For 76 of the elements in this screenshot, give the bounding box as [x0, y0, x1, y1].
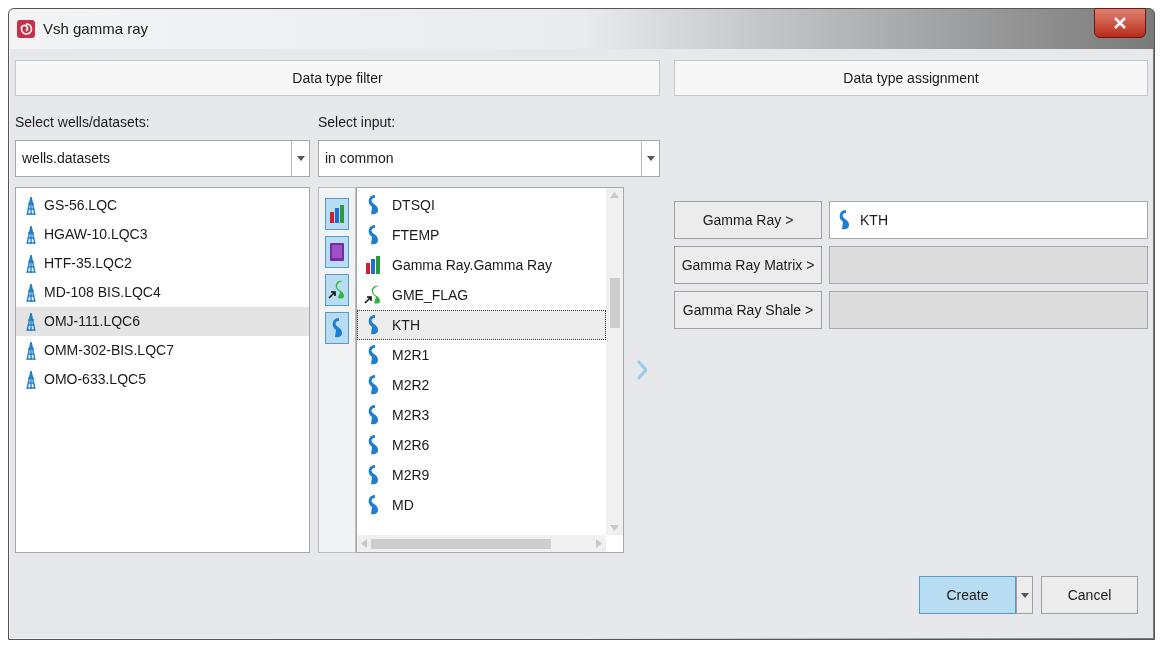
create-menu-button[interactable] [1016, 576, 1033, 614]
caret-icon [1020, 592, 1029, 598]
type-filter-toggle[interactable] [325, 236, 349, 268]
scroll-right-icon[interactable] [596, 539, 602, 548]
assign-button[interactable]: Gamma Ray Matrix > [674, 246, 822, 284]
input-item[interactable]: M2R9 [357, 460, 606, 490]
empty-field[interactable] [829, 291, 1148, 329]
scroll-thumb[interactable] [371, 538, 551, 549]
type-filter-toggle[interactable] [325, 312, 349, 344]
well-item[interactable]: OMJ-111.LQC6 [16, 307, 309, 336]
flag-curve-icon [328, 280, 346, 300]
well-item[interactable]: OMM-302-BIS.LQC7 [16, 336, 309, 365]
vertical-scrollbar[interactable] [606, 188, 623, 535]
type-filter-toggle[interactable] [325, 198, 349, 230]
input-item[interactable]: Gamma Ray.Gamma Ray [357, 250, 606, 280]
curve-icon [367, 315, 379, 335]
well-item[interactable]: MD-108 BIS.LQC4 [16, 278, 309, 307]
horizontal-scrollbar[interactable] [357, 535, 606, 552]
derrick-icon [26, 196, 36, 215]
scroll-down-icon[interactable] [610, 525, 619, 531]
input-item[interactable]: M2R3 [357, 400, 606, 430]
empty-field[interactable] [829, 246, 1148, 284]
input-dropdown[interactable]: in common [318, 140, 660, 177]
curve-icon [367, 345, 379, 365]
scroll-thumb[interactable] [609, 278, 620, 328]
well-item[interactable]: GS-56.LQC [16, 191, 309, 220]
input-item[interactable]: FTEMP [357, 220, 606, 250]
bar-chart-icon [330, 205, 344, 223]
curve-icon [367, 405, 379, 425]
type-filter-toggle[interactable] [325, 274, 349, 306]
bar-chart-icon [366, 256, 380, 274]
create-button[interactable]: Create [919, 576, 1016, 614]
chevron-right-icon [637, 360, 647, 380]
field-label: Select wells/datasets: [15, 113, 151, 132]
assign-button[interactable]: Gamma Ray Shale > [674, 291, 822, 329]
input-item[interactable]: M2R2 [357, 370, 606, 400]
input-item[interactable]: KTH [357, 310, 606, 340]
input-item[interactable]: DTSQI [357, 190, 606, 220]
derrick-icon [26, 370, 36, 389]
curve-icon [367, 465, 379, 485]
curve-icon [331, 318, 343, 338]
well-item[interactable]: HTF-35.LQC2 [16, 249, 309, 278]
well-item[interactable]: HGAW-10.LQC3 [16, 220, 309, 249]
derrick-icon [26, 312, 36, 331]
section-header: Data type filter [15, 60, 660, 96]
derrick-icon [26, 283, 36, 302]
caret-icon [296, 156, 305, 161]
curve-icon [367, 195, 379, 215]
derrick-icon [26, 341, 36, 360]
scroll-up-icon[interactable] [610, 192, 619, 198]
assign-button[interactable]: Gamma Ray > [674, 201, 822, 239]
field-label: Select input: [318, 113, 397, 132]
input-item[interactable]: M2R1 [357, 340, 606, 370]
curve-icon [367, 435, 379, 455]
well-item[interactable]: OMO-633.LQC5 [16, 365, 309, 394]
assigned-field[interactable]: KTH [829, 201, 1148, 239]
book-icon [330, 243, 344, 261]
input-item[interactable]: M2R6 [357, 430, 606, 460]
curve-icon [367, 375, 379, 395]
window-title: Vsh gamma ray [43, 18, 149, 39]
input-item[interactable]: MD [357, 490, 606, 520]
flag-curve-icon [364, 285, 382, 305]
derrick-icon [26, 254, 36, 273]
close-icon [1114, 17, 1126, 29]
scroll-left-icon[interactable] [361, 539, 367, 548]
derrick-icon [26, 225, 36, 244]
close-button[interactable] [1094, 8, 1146, 38]
caret-icon [646, 156, 655, 161]
curve-icon [838, 210, 850, 230]
cancel-button[interactable]: Cancel [1041, 576, 1138, 614]
section-header: Data type assignment [674, 60, 1148, 96]
curve-icon [367, 225, 379, 245]
curve-icon [367, 495, 379, 515]
app-logo-icon [17, 20, 35, 38]
input-item[interactable]: GME_FLAG [357, 280, 606, 310]
wells-dropdown[interactable]: wells.datasets [15, 140, 310, 177]
